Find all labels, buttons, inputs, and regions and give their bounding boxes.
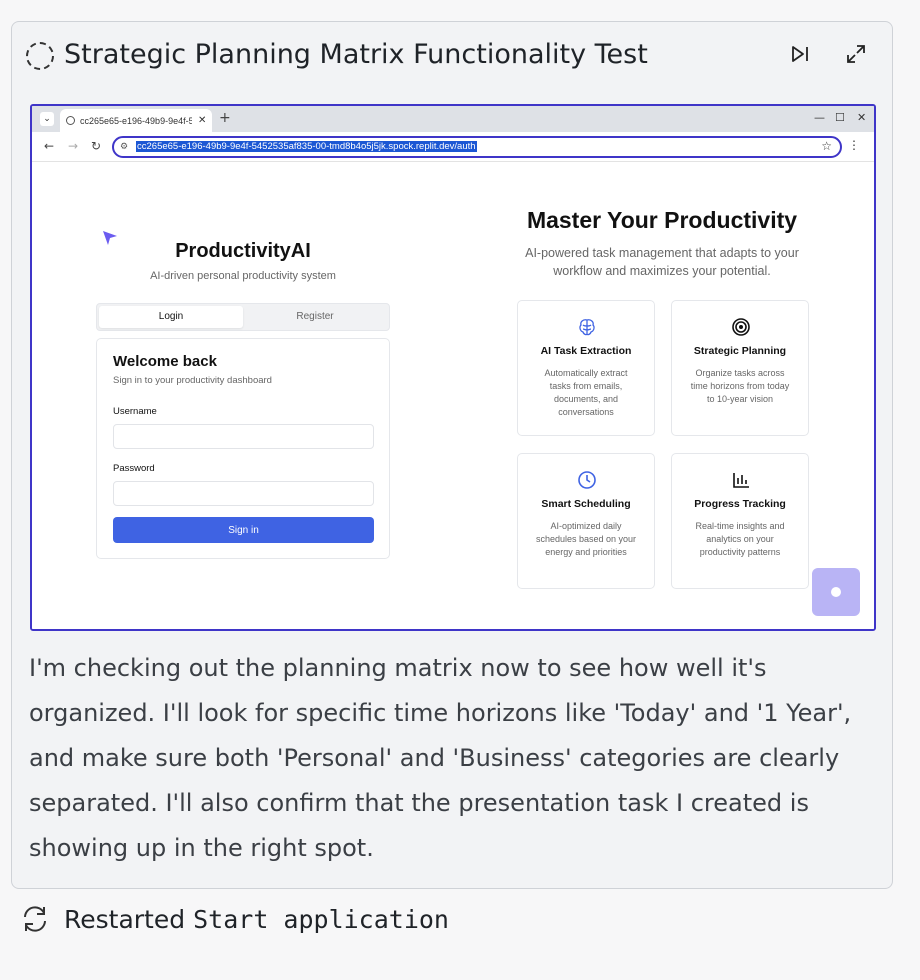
minimize-button[interactable]: — [814,111,825,124]
login-title: Welcome back [113,353,217,370]
password-label: Password [113,463,155,474]
web-page: ProductivityAI AI-driven personal produc… [32,163,874,629]
hero-title: Master Your Productivity [526,207,798,233]
feature-card-smart-scheduling: Smart Scheduling AI-optimized daily sche… [517,453,655,589]
site-settings-icon[interactable]: ⚙ [120,142,128,152]
browser-tab[interactable]: cc265e65-e196-49b9-9e4f-54 ✕ [60,109,212,132]
login-card: Welcome back Sign in to your productivit… [96,338,390,559]
forward-button[interactable]: → [68,139,78,153]
new-tab-button[interactable]: + [219,110,231,126]
status-label: Restarted [64,904,186,934]
sign-in-button[interactable]: Sign in [113,517,374,543]
loading-spinner-icon [26,42,54,70]
browser-menu-icon[interactable]: ⋮ [848,138,860,152]
feature-card-progress-tracking: Progress Tracking Real-time insights and… [671,453,809,589]
feature-title: Strategic Planning [693,345,787,357]
brain-icon [579,319,595,336]
expand-button[interactable] [844,42,868,66]
feature-card-ai-task-extraction: AI Task Extraction Automatically extract… [517,300,655,436]
agent-step-card: Strategic Planning Matrix Functionality … [11,21,893,889]
tab-register[interactable]: Register [243,306,387,328]
tab-login[interactable]: Login [99,306,243,328]
url-text: cc265e65-e196-49b9-9e4f-5452535af835-00-… [136,141,477,152]
hero-subtitle: AI-powered task management that adapts t… [525,246,799,278]
expand-icon [847,45,865,63]
feature-description: Automatically extract tasks from emails,… [544,368,628,417]
card-title: Strategic Planning Matrix Functionality … [64,39,648,70]
feature-description: Organize tasks across time horizons from… [690,368,790,404]
username-label: Username [113,406,157,417]
globe-icon [66,116,75,125]
browser-tabbar: ⌄ cc265e65-e196-49b9-9e4f-54 ✕ + — ☐ ✕ [32,106,874,132]
agent-description: I'm checking out the planning matrix now… [29,654,852,862]
skip-to-end-icon [792,46,808,62]
chat-bubble-button[interactable] [812,568,860,616]
browser-tab-title: cc265e65-e196-49b9-9e4f-54 [80,115,192,126]
maximize-button[interactable]: ☐ [835,111,845,124]
password-input[interactable] [113,481,374,506]
restart-icon [24,906,46,932]
window-close-button[interactable]: ✕ [857,111,866,124]
browser-toolbar: ← → ↻ ⚙ cc265e65-e196-49b9-9e4f-5452535a… [32,132,874,162]
bookmark-star-icon[interactable]: ☆ [821,139,832,153]
skip-to-end-button[interactable] [788,42,812,66]
auth-tabs: Login Register [96,303,390,331]
brand-subtitle: AI-driven personal productivity system [150,270,336,282]
status-line: Restarted Start application [20,904,449,934]
address-bar[interactable]: ⚙ cc265e65-e196-49b9-9e4f-5452535af835-0… [112,136,842,158]
feature-title: Smart Scheduling [541,498,631,510]
bar-chart-icon [733,473,749,488]
browser-screenshot: ⌄ cc265e65-e196-49b9-9e4f-54 ✕ + — ☐ ✕ ←… [30,104,876,631]
card-header: Strategic Planning Matrix Functionality … [12,22,892,86]
status-code: Start application [193,904,449,934]
feature-title: AI Task Extraction [540,345,632,357]
username-input[interactable] [113,424,374,449]
brand-name: ProductivityAI [175,240,311,262]
tab-close-icon[interactable]: ✕ [198,115,206,126]
clock-icon [578,471,596,489]
feature-card-strategic-planning: Strategic Planning Organize tasks across… [671,300,809,436]
feature-description: Real-time insights and analytics on your… [695,521,785,557]
target-icon [732,318,750,336]
tab-search-chevron-icon[interactable]: ⌄ [40,112,54,126]
back-button[interactable]: ← [44,139,54,153]
reload-button[interactable]: ↻ [91,139,101,153]
feature-description: AI-optimized daily schedules based on yo… [535,521,637,557]
login-subtitle: Sign in to your productivity dashboard [113,375,272,386]
feature-title: Progress Tracking [694,498,786,510]
